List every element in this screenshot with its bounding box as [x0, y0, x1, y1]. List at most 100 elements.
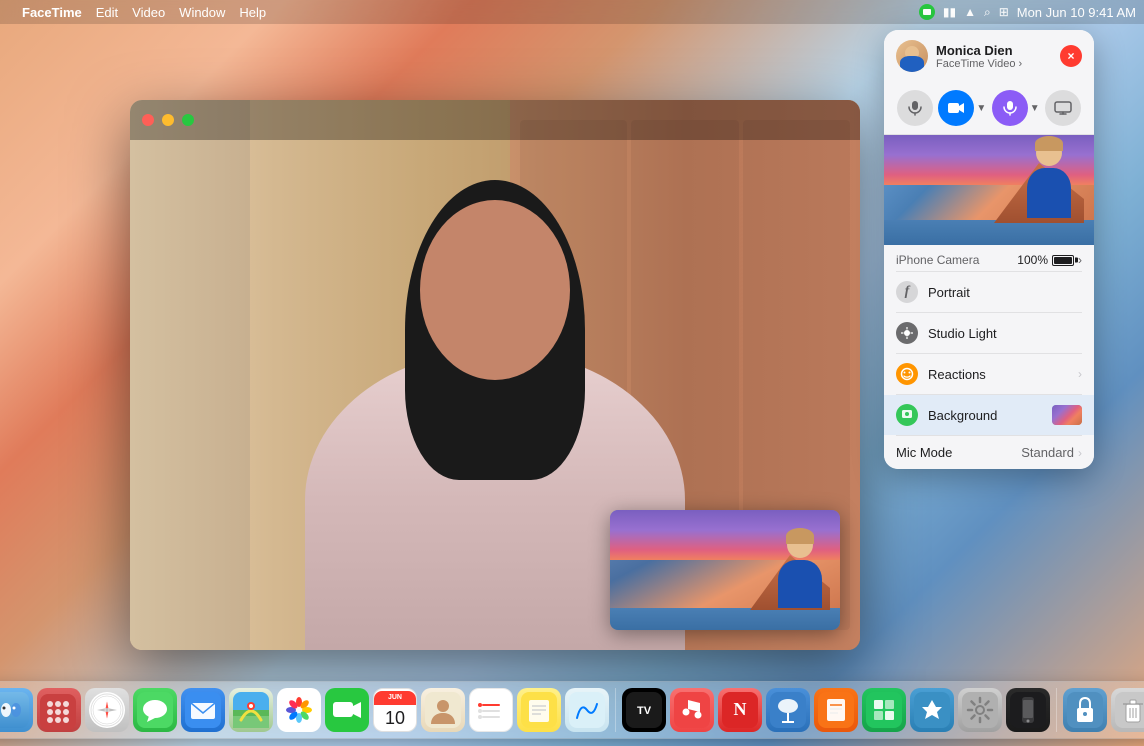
dock-item-maps[interactable] [229, 688, 273, 732]
video-button-icon [938, 90, 974, 126]
panel-header-left: Monica Dien FaceTime Video › [896, 40, 1022, 72]
menubar-left: FaceTime Edit Video Window Help [8, 5, 266, 20]
mic-mode-chevron-icon: › [1078, 446, 1082, 460]
dock-item-appstore[interactable] [910, 688, 954, 732]
panel-video-person [1019, 140, 1079, 225]
reactions-label: Reactions [928, 367, 986, 382]
background-right [1052, 405, 1082, 425]
studio-light-icon [896, 322, 918, 344]
panel-close-button[interactable]: × [1060, 45, 1082, 67]
dock-item-iphone-mirroring[interactable] [1006, 688, 1050, 732]
dock: JUN 10 [0, 682, 1144, 738]
dock-item-calendar[interactable]: JUN 10 [373, 688, 417, 732]
dock-item-reminders[interactable] [469, 688, 513, 732]
audio-chevron-icon: ▼ [1030, 103, 1040, 114]
battery-icon [1052, 255, 1074, 266]
panel-controls: ▼ ▼ [884, 82, 1094, 135]
dock-item-safari[interactable] [85, 688, 129, 732]
video-chevron-icon: ▼ [976, 103, 986, 114]
pip-video[interactable] [610, 510, 840, 630]
dock-item-keynote[interactable] [766, 688, 810, 732]
reactions-right: › [1078, 367, 1082, 381]
menu-item-portrait[interactable]: f Portrait [884, 272, 1094, 312]
control-panel: Monica Dien FaceTime Video › × [884, 30, 1094, 469]
dock-item-messages[interactable] [133, 688, 177, 732]
dock-item-music[interactable] [670, 688, 714, 732]
menubar-time: Mon Jun 10 9:41 AM [1017, 5, 1136, 20]
mic-button-area[interactable] [897, 90, 933, 126]
menubar-right: ▮▮ ▲ ⌕ ⊞ Mon Jun 10 9:41 AM [919, 4, 1136, 20]
menubar-app-name[interactable]: FaceTime [22, 5, 82, 20]
studio-light-label: Studio Light [928, 326, 997, 341]
battery-percentage: 100% [1017, 253, 1048, 267]
calendar-month: JUN [374, 691, 416, 705]
battery-area: 100% › [1017, 253, 1082, 267]
fullscreen-window-button[interactable] [182, 114, 194, 126]
record-indicator [919, 4, 935, 20]
dock-item-facetime[interactable] [325, 688, 369, 732]
menubar-video[interactable]: Video [132, 5, 165, 20]
dock-item-finder[interactable] [0, 688, 33, 732]
menu-item-mic-mode[interactable]: Mic Mode Standard › [884, 436, 1094, 469]
camera-chevron-icon[interactable]: › [1078, 253, 1082, 267]
screen-share-button[interactable] [1045, 90, 1081, 126]
menu-items-list: f Portrait Studio Light [884, 271, 1094, 469]
minimize-window-button[interactable] [162, 114, 174, 126]
dock-item-tv[interactable]: TV [622, 688, 666, 732]
spotlight-icon[interactable]: ⌕ [984, 5, 991, 20]
contact-name: Monica Dien [936, 43, 1022, 58]
panel-header: Monica Dien FaceTime Video › × [884, 30, 1094, 82]
dock-item-pages[interactable] [814, 688, 858, 732]
dock-separator-2 [1056, 688, 1057, 732]
close-window-button[interactable] [142, 114, 154, 126]
dock-item-photos[interactable] [277, 688, 321, 732]
dock-item-news[interactable]: N [718, 688, 762, 732]
background-label: Background [928, 408, 997, 423]
dock-item-contacts[interactable] [421, 688, 465, 732]
reactions-chevron-icon: › [1078, 367, 1082, 381]
menu-item-reactions[interactable]: Reactions › [884, 354, 1094, 394]
dock-item-settings[interactable] [958, 688, 1002, 732]
menu-item-mic-left: Mic Mode [896, 445, 952, 460]
audio-button-area[interactable]: ▼ [992, 90, 1040, 126]
mic-mode-right: Standard › [1021, 445, 1082, 460]
contact-sub[interactable]: FaceTime Video › [936, 58, 1022, 70]
pip-person-head [787, 532, 813, 558]
menu-item-background[interactable]: Background [884, 395, 1094, 435]
camera-label-row: iPhone Camera 100% › [884, 245, 1094, 271]
wifi-icon: ▲ [964, 5, 976, 19]
dock-item-notes[interactable] [517, 688, 561, 732]
screen-share-icon [1045, 90, 1081, 126]
dock-item-launchpad[interactable] [37, 688, 81, 732]
battery-fill [1054, 257, 1072, 264]
background-icon [896, 404, 918, 426]
reactions-icon [896, 363, 918, 385]
window-chrome [130, 100, 860, 140]
pip-person-body [778, 560, 822, 608]
battery-status-icon: ▮▮ [943, 5, 956, 19]
menu-item-studio-light[interactable]: Studio Light [884, 313, 1094, 353]
dock-item-privacy[interactable] [1063, 688, 1107, 732]
dock-item-mail[interactable] [181, 688, 225, 732]
portrait-label: Portrait [928, 285, 970, 300]
menubar-help[interactable]: Help [239, 5, 266, 20]
dock-item-freeform[interactable] [565, 688, 609, 732]
menubar-edit[interactable]: Edit [96, 5, 118, 20]
dock-item-numbers[interactable] [862, 688, 906, 732]
panel-video-person-body [1027, 168, 1071, 218]
calendar-date: 10 [385, 705, 405, 731]
camera-source-label: iPhone Camera [896, 253, 979, 267]
menu-item-studio-left: Studio Light [896, 322, 997, 344]
dock-item-trash[interactable] [1111, 688, 1144, 732]
audio-button-icon [992, 90, 1028, 126]
mic-mode-label: Mic Mode [896, 445, 952, 460]
person-hair [405, 180, 585, 480]
room-curtain [130, 100, 250, 650]
dock-separator [615, 688, 616, 732]
control-center-icon[interactable]: ⊞ [999, 5, 1009, 19]
menubar: FaceTime Edit Video Window Help ▮▮ ▲ ⌕ ⊞… [0, 0, 1144, 24]
mic-button-icon [897, 90, 933, 126]
menubar-window[interactable]: Window [179, 5, 225, 20]
svg-text:N: N [734, 699, 747, 719]
video-button-area[interactable]: ▼ [938, 90, 986, 126]
